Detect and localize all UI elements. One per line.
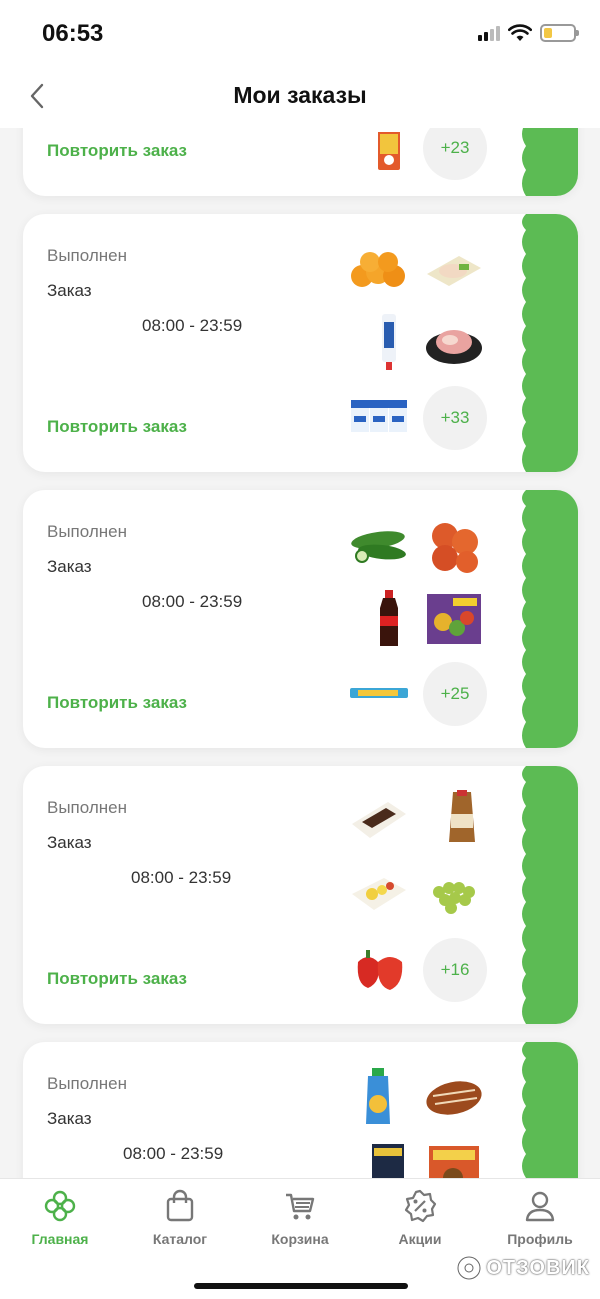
tab-profile[interactable]: Профиль <box>480 1189 600 1247</box>
tab-cart[interactable]: Корзина <box>240 1189 360 1247</box>
more-items-badge[interactable]: +23 <box>423 128 487 180</box>
decorative-wave-strip <box>522 214 578 472</box>
more-items-badge[interactable]: +16 <box>423 938 487 1002</box>
tab-promotions[interactable]: Акции <box>360 1189 480 1247</box>
tomatoes-thumbnail[interactable] <box>423 514 485 576</box>
order-card[interactable]: Выполнен Заказ 08:00 - 23:59 Повторить з… <box>23 214 578 472</box>
bread-loaf-thumbnail[interactable] <box>431 786 493 848</box>
tab-bar: Главная Каталог Корзина Акции Профиль ОТ… <box>0 1178 600 1299</box>
tab-label: Акции <box>398 1231 442 1247</box>
tab-label: Корзина <box>271 1231 329 1247</box>
orders-list[interactable]: Повторить заказ +23 Выполнен Заказ 08:00… <box>0 128 600 1178</box>
tangerines-thumbnail[interactable] <box>348 238 410 300</box>
order-number-label: Заказ <box>47 281 92 300</box>
site-watermark: ОТЗОВИК <box>456 1255 590 1281</box>
bag-icon <box>166 1189 194 1222</box>
decorative-wave-strip <box>522 766 578 1024</box>
battery-icon <box>540 24 579 42</box>
chicken-pack-thumbnail[interactable] <box>423 238 485 300</box>
cake-box-thumbnail[interactable] <box>348 790 410 852</box>
nav-header: Мои заказы <box>0 70 600 128</box>
coffee-pack-thumbnail[interactable] <box>358 1140 420 1178</box>
status-icons <box>478 24 579 42</box>
green-grapes-thumbnail[interactable] <box>423 864 485 926</box>
order-number-label: Заказ <box>47 557 92 576</box>
delivery-time: 08:00 - 23:59 <box>142 316 243 335</box>
order-card[interactable]: Повторить заказ +23 <box>23 128 578 196</box>
watermark-logo-icon <box>456 1255 482 1281</box>
delivery-time: 08:00 - 23:59 <box>131 868 232 887</box>
cucumbers-thumbnail[interactable] <box>348 514 410 576</box>
repeat-order-button[interactable]: Повторить заказ <box>47 141 187 161</box>
tab-label: Профиль <box>507 1231 573 1247</box>
repeat-order-button[interactable]: Повторить заказ <box>47 969 187 989</box>
tab-label: Главная <box>31 1231 89 1247</box>
tab-label: Каталог <box>152 1231 208 1247</box>
order-card[interactable]: Выполнен Заказ 08:00 - 23:59 Повторить з… <box>23 766 578 1024</box>
red-peppers-thumbnail[interactable] <box>348 938 410 1000</box>
order-number-label: Заказ <box>47 1109 92 1128</box>
delivery-time: 08:00 - 23:59 <box>142 592 243 611</box>
order-status: Выполнен <box>47 246 127 265</box>
baby-puree-pouch-thumbnail[interactable] <box>348 1066 410 1128</box>
decorative-wave-strip <box>522 490 578 748</box>
person-icon <box>525 1191 555 1222</box>
more-items-badge[interactable]: +25 <box>423 662 487 726</box>
cellular-signal-icon <box>478 25 500 41</box>
clover-icon <box>44 1190 76 1222</box>
tab-home[interactable]: Главная <box>0 1189 120 1247</box>
juice-box-thumbnail[interactable] <box>358 128 420 178</box>
wifi-icon <box>508 24 532 41</box>
delivery-time: 08:00 - 23:59 <box>123 1144 224 1163</box>
order-status: Выполнен <box>47 522 127 541</box>
order-status: Выполнен <box>47 1074 127 1093</box>
home-indicator[interactable] <box>194 1283 408 1289</box>
decorative-wave-strip <box>522 1042 578 1178</box>
candy-bar-thumbnail[interactable] <box>348 662 410 724</box>
order-card[interactable]: Выполнен Заказ 08:00 - 23:59 <box>23 1042 578 1178</box>
decorative-wave-strip <box>522 128 578 196</box>
page-title: Мои заказы <box>233 82 367 108</box>
order-number-label: Заказ <box>47 833 92 852</box>
snack-pack-thumbnail[interactable] <box>423 1140 485 1178</box>
order-status: Выполнен <box>47 798 127 817</box>
cola-bottle-thumbnail[interactable] <box>358 588 420 650</box>
milk-cartons-thumbnail[interactable] <box>348 386 410 448</box>
status-time: 06:53 <box>42 20 104 47</box>
frozen-vegetables-pack-thumbnail[interactable] <box>423 588 485 650</box>
cheese-tray-thumbnail[interactable] <box>348 864 410 926</box>
repeat-order-button[interactable]: Повторить заказ <box>47 693 187 713</box>
raw-meat-plate-thumbnail[interactable] <box>423 312 485 374</box>
smoked-ham-thumbnail[interactable] <box>423 1066 485 1128</box>
status-bar: 06:53 <box>0 0 600 70</box>
percent-badge-icon <box>404 1189 437 1223</box>
watermark-text: ОТЗОВИК <box>486 1256 590 1279</box>
cart-icon <box>286 1193 315 1220</box>
condensed-milk-tube-thumbnail[interactable] <box>358 312 420 374</box>
order-card[interactable]: Выполнен Заказ 08:00 - 23:59 Повторить з… <box>23 490 578 748</box>
tab-catalog[interactable]: Каталог <box>120 1189 240 1247</box>
more-items-badge[interactable]: +33 <box>423 386 487 450</box>
repeat-order-button[interactable]: Повторить заказ <box>47 417 187 437</box>
